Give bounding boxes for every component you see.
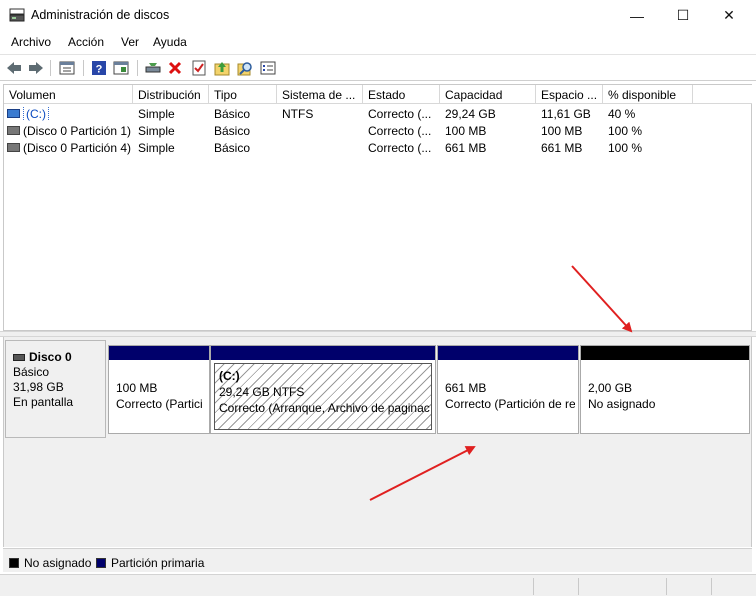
partition-label: (C:) — [219, 369, 240, 383]
up-folder-icon[interactable] — [213, 59, 231, 77]
list-icon[interactable] — [259, 59, 277, 77]
layout-cell: Simple — [138, 124, 175, 138]
partition-status: Correcto (Partici — [116, 397, 203, 411]
toolbar: ? — [0, 54, 756, 81]
partition-size: 29,24 GB NTFS — [219, 385, 305, 399]
column-header-estado[interactable]: Estado — [363, 85, 440, 104]
close-button[interactable]: ✕ — [706, 0, 752, 31]
partition-size: 100 MB — [116, 381, 158, 395]
column-header-sistema[interactable]: Sistema de ... — [277, 85, 363, 104]
type-cell: Básico — [214, 141, 251, 155]
status-cell: Correcto (... — [368, 141, 432, 155]
partition-type-bar — [438, 346, 578, 360]
column-header-disponible[interactable]: % disponible — [603, 85, 693, 104]
legend-swatch-primary — [96, 558, 106, 568]
partition-type-bar — [211, 346, 435, 360]
disk-graphical-view: Disco 0 Básico 31,98 GB En pantalla 100 … — [3, 337, 752, 547]
volume-icon — [7, 126, 20, 135]
connect-drive-icon[interactable] — [144, 59, 162, 77]
percent-free-cell: 100 % — [608, 124, 643, 138]
status-cell: Correcto (... — [368, 107, 432, 121]
help-icon[interactable]: ? — [90, 59, 108, 77]
column-header-volumen[interactable]: Volumen — [4, 85, 133, 104]
percent-free-cell: 100 % — [608, 141, 643, 155]
volume-name: (Disco 0 Partición 1) — [23, 124, 132, 138]
column-header-espacio[interactable]: Espacio ... — [536, 85, 603, 104]
table-row[interactable]: (Disco 0 Partición 4) Simple Básico Corr… — [4, 139, 751, 156]
title-bar: Administración de discos — ☐ ✕ — [0, 0, 756, 31]
legend-label-primary: Partición primaria — [111, 556, 205, 570]
legend-swatch-unallocated — [9, 558, 19, 568]
legend: No asignado Partición primaria — [3, 548, 752, 572]
column-header-tipo[interactable]: Tipo — [209, 85, 277, 104]
capacity-cell: 29,24 GB — [445, 107, 496, 121]
volume-list-header: Volumen Distribución Tipo Sistema de ...… — [4, 85, 752, 104]
capacity-cell: 661 MB — [445, 141, 487, 155]
unallocated-bar — [581, 346, 749, 360]
properties-pane-icon[interactable] — [58, 59, 76, 77]
delete-icon[interactable] — [166, 59, 184, 77]
partition-status: No asignado — [588, 397, 656, 411]
column-header-empty — [693, 85, 752, 104]
partition-size: 661 MB — [445, 381, 487, 395]
minimize-button[interactable]: — — [614, 0, 660, 31]
disk-0-label[interactable]: Disco 0 Básico 31,98 GB En pantalla — [5, 340, 106, 438]
free-space-cell: 661 MB — [541, 141, 583, 155]
menu-archivo[interactable]: Archivo — [11, 35, 51, 49]
forward-arrow-icon[interactable] — [27, 59, 45, 77]
volume-list[interactable]: Volumen Distribución Tipo Sistema de ...… — [3, 84, 752, 331]
menu-accion[interactable]: Acción — [68, 35, 104, 49]
volume-name: (Disco 0 Partición 4) — [23, 141, 132, 155]
disk-icon — [13, 354, 25, 361]
table-row[interactable]: (C:) Simple Básico NTFS Correcto (... 29… — [4, 105, 751, 122]
menu-ver[interactable]: Ver — [121, 35, 139, 49]
status-bar — [0, 574, 756, 596]
back-arrow-icon[interactable] — [5, 59, 23, 77]
disk-management-app-icon — [9, 8, 25, 22]
partition-status: Correcto (Arranque, Archivo de paginac — [219, 401, 430, 415]
volume-name: (C:) — [23, 107, 49, 121]
free-space-cell: 11,61 GB — [541, 107, 591, 121]
status-cell: Correcto (... — [368, 124, 432, 138]
maximize-button[interactable]: ☐ — [660, 0, 706, 31]
menu-ayuda[interactable]: Ayuda — [153, 35, 187, 49]
search-icon[interactable] — [236, 59, 254, 77]
column-header-distribucion[interactable]: Distribución — [133, 85, 209, 104]
partition-status: Correcto (Partición de re — [445, 397, 575, 411]
disk-name: Disco 0 — [29, 350, 72, 364]
window-title: Administración de discos — [31, 8, 170, 22]
layout-cell: Simple — [138, 141, 175, 155]
partition-type-bar — [109, 346, 209, 360]
check-icon[interactable] — [190, 59, 208, 77]
disk-size: 31,98 GB — [13, 380, 64, 394]
volume-icon — [7, 109, 20, 118]
unallocated-space[interactable]: 2,00 GB No asignado — [580, 345, 750, 434]
fs-cell: NTFS — [282, 107, 314, 121]
partition-c[interactable]: (C:) 29,24 GB NTFS Correcto (Arranque, A… — [210, 345, 436, 434]
partition-1[interactable]: 100 MB Correcto (Partici — [108, 345, 210, 434]
percent-free-cell: 40 % — [608, 107, 636, 121]
svg-text:?: ? — [96, 64, 103, 76]
layout-cell: Simple — [138, 107, 175, 121]
legend-label-unallocated: No asignado — [24, 556, 92, 570]
free-space-cell: 100 MB — [541, 124, 583, 138]
disk-type: Básico — [13, 365, 50, 379]
capacity-cell: 100 MB — [445, 124, 487, 138]
type-cell: Básico — [214, 124, 251, 138]
partition-4[interactable]: 661 MB Correcto (Partición de re — [437, 345, 579, 434]
type-cell: Básico — [214, 107, 251, 121]
disk-state: En pantalla — [13, 395, 74, 409]
volume-icon — [7, 143, 20, 152]
menu-bar: Archivo Acción Ver Ayuda — [0, 31, 756, 53]
table-row[interactable]: (Disco 0 Partición 1) Simple Básico Corr… — [4, 122, 751, 139]
partition-size: 2,00 GB — [588, 381, 633, 395]
view-icon[interactable] — [112, 59, 130, 77]
column-header-capacidad[interactable]: Capacidad — [440, 85, 536, 104]
